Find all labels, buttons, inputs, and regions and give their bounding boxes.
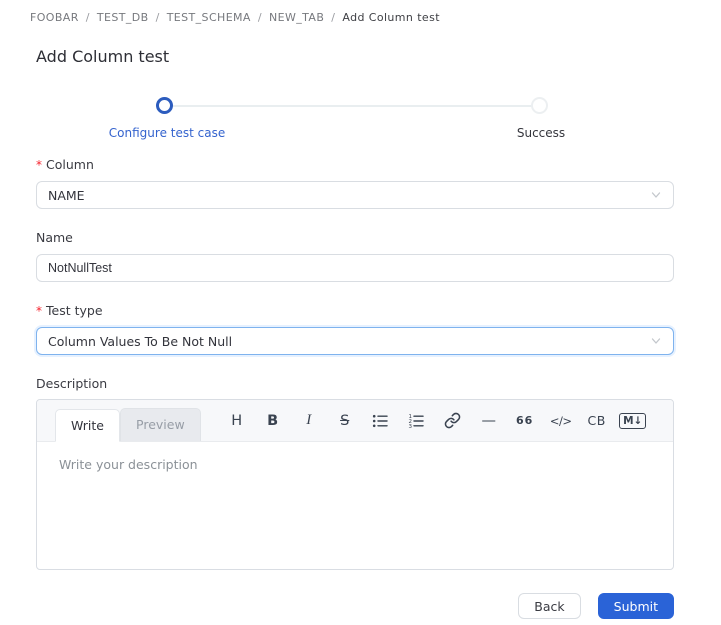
ordered-list-glyph: 123 <box>409 414 424 429</box>
name-input[interactable] <box>36 254 674 282</box>
link-icon[interactable] <box>435 404 471 438</box>
step-indicator-success <box>531 97 548 114</box>
column-select-value: NAME <box>48 187 85 203</box>
description-label-text: Description <box>36 376 108 391</box>
bold-icon[interactable]: B <box>255 404 291 438</box>
breadcrumb-separator: / <box>85 11 90 24</box>
italic-glyph: I <box>306 412 312 428</box>
stepper-connector-line <box>172 105 532 107</box>
chevron-down-icon <box>651 192 661 198</box>
required-asterisk: * <box>36 158 42 172</box>
stepper: Configure test case Success <box>0 95 721 147</box>
test-type-label-text: Test type <box>46 303 103 318</box>
test-type-field: * Test type Column Values To Be Not Null <box>36 303 674 355</box>
test-type-select[interactable]: Column Values To Be Not Null <box>36 327 674 355</box>
breadcrumb-item-current: Add Column test <box>342 11 440 24</box>
name-label-text: Name <box>36 230 73 245</box>
add-column-test-form: * Column NAME Name * Test type Column Valu… <box>36 157 674 570</box>
tab-preview[interactable]: Preview <box>120 408 201 441</box>
chevron-down-icon <box>651 338 661 344</box>
description-textarea[interactable] <box>37 442 673 569</box>
breadcrumb: FOOBAR / TEST_DB / TEST_SCHEMA / NEW_TAB… <box>0 0 721 24</box>
submit-button[interactable]: Submit <box>597 593 674 619</box>
step-indicator-configure <box>156 97 173 114</box>
code-block-icon[interactable]: CB <box>579 404 615 438</box>
italic-icon[interactable]: I <box>291 404 327 438</box>
column-select[interactable]: NAME <box>36 181 674 209</box>
breadcrumb-separator: / <box>155 11 160 24</box>
required-asterisk: * <box>36 304 42 318</box>
inline-code-icon[interactable]: </> <box>543 404 579 438</box>
editor-tools: H B I S 123 — 66 </> CB M↓ <box>219 400 651 441</box>
description-editor: Write Preview H B I S 123 — 66 </> CB M↓… <box>36 399 674 570</box>
strikethrough-glyph: S <box>340 412 350 429</box>
page-title: Add Column test <box>36 47 170 66</box>
form-footer: Back Submit <box>0 593 674 619</box>
strikethrough-icon[interactable]: S <box>327 404 363 438</box>
test-type-label: * Test type <box>36 303 674 318</box>
heading-glyph: H <box>231 412 243 429</box>
horizontal-rule-glyph: — <box>481 412 496 429</box>
quote-glyph: 66 <box>516 414 534 427</box>
step-label-configure: Configure test case <box>108 126 226 140</box>
markdown-icon[interactable]: M↓ <box>615 404 651 438</box>
column-field: * Column NAME <box>36 157 674 209</box>
tab-write[interactable]: Write <box>55 409 121 442</box>
breadcrumb-separator: / <box>331 11 336 24</box>
unordered-list-glyph <box>373 414 388 427</box>
editor-tabs: Write Preview <box>55 400 201 442</box>
markdown-glyph: M↓ <box>619 412 647 429</box>
horizontal-rule-icon[interactable]: — <box>471 404 507 438</box>
description-field: Description Write Preview H B I S 123 — … <box>36 376 674 570</box>
breadcrumb-separator: / <box>257 11 262 24</box>
code-block-glyph: CB <box>587 413 606 428</box>
quote-icon[interactable]: 66 <box>507 404 543 438</box>
breadcrumb-item-test-schema[interactable]: TEST_SCHEMA <box>167 11 251 24</box>
test-type-select-value: Column Values To Be Not Null <box>48 333 233 349</box>
editor-toolbar: Write Preview H B I S 123 — 66 </> CB M↓ <box>37 400 673 442</box>
link-glyph <box>444 412 461 429</box>
editor-body <box>37 442 673 569</box>
heading-icon[interactable]: H <box>219 404 255 438</box>
breadcrumb-item-test-db[interactable]: TEST_DB <box>97 11 149 24</box>
ordered-list-icon[interactable]: 123 <box>399 404 435 438</box>
column-label-text: Column <box>46 157 94 172</box>
inline-code-glyph: </> <box>549 413 572 428</box>
unordered-list-icon[interactable] <box>363 404 399 438</box>
bold-glyph: B <box>267 412 279 429</box>
name-label: Name <box>36 230 674 245</box>
description-label: Description <box>36 376 674 391</box>
back-button[interactable]: Back <box>518 593 581 619</box>
column-label: * Column <box>36 157 674 172</box>
breadcrumb-item-new-tab[interactable]: NEW_TAB <box>269 11 324 24</box>
breadcrumb-item-foobar[interactable]: FOOBAR <box>30 11 79 24</box>
name-field: Name <box>36 230 674 282</box>
svg-text:3: 3 <box>409 423 413 428</box>
step-label-success: Success <box>516 126 566 140</box>
